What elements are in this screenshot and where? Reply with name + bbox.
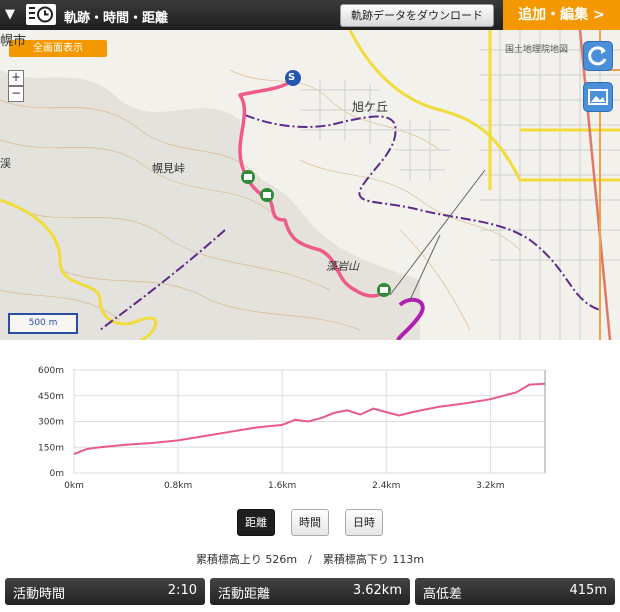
- stat-activity-time: 活動時間 2:10: [5, 578, 205, 605]
- stat-label: 活動時間: [13, 587, 66, 602]
- add-edit-button[interactable]: 追加・編集 >: [503, 0, 620, 30]
- label-moiwa: 藻岩山: [326, 260, 359, 273]
- refresh-icon[interactable]: [583, 41, 613, 71]
- tab-time[interactable]: 時間: [291, 509, 329, 536]
- stat-value: 3.62km: [352, 583, 402, 598]
- map-attribution: 国土地理院地図: [505, 45, 569, 55]
- label-asahigaoka: 旭ケ丘: [352, 100, 389, 114]
- header-bar: ▼ 軌跡・時間・距離 軌跡データをダウンロード 追加・編集 >: [0, 0, 620, 30]
- x-tick-label: 0.8km: [164, 481, 192, 491]
- label-city: 幌市: [0, 34, 27, 49]
- x-tick-label: 0km: [64, 481, 84, 491]
- map-view[interactable]: S 全画面表示 + − 500 m 国土地理院地図 旭ケ丘 幌見峠 藻岩山 幌市…: [0, 30, 620, 340]
- y-tick-label: 300m: [38, 418, 64, 428]
- map-canvas: [0, 30, 620, 340]
- zoom-in-button[interactable]: +: [8, 70, 24, 86]
- label-kei: 渓: [0, 157, 11, 170]
- stat-label: 高低差: [423, 587, 463, 602]
- x-tick-label: 3.2km: [476, 481, 504, 491]
- stat-label: 活動距離: [218, 587, 271, 602]
- start-marker-label: S: [288, 72, 296, 83]
- image-icon[interactable]: [583, 82, 613, 112]
- scale-bar: 500 m: [8, 313, 78, 334]
- x-tick-label: 1.6km: [268, 481, 296, 491]
- y-tick-label: 450m: [38, 392, 64, 402]
- page-title: 軌跡・時間・距離: [64, 11, 169, 26]
- stat-value: 2:10: [167, 583, 197, 598]
- y-tick-label: 600m: [38, 366, 64, 376]
- stat-elevation-diff: 高低差 415m: [415, 578, 615, 605]
- y-tick-label: 0m: [50, 469, 65, 479]
- elevation-chart: 0m 150m 300m 450m 600m 0km 0.8km 1.6km 2.4km 3.2k…: [0, 355, 620, 495]
- tab-distance[interactable]: 距離: [237, 509, 275, 536]
- collapse-triangle-icon[interactable]: ▼: [5, 7, 15, 22]
- zoom-out-button[interactable]: −: [8, 86, 24, 102]
- tab-datetime[interactable]: 日時: [345, 509, 383, 536]
- stat-value: 415m: [569, 583, 607, 598]
- x-tick-label: 2.4km: [372, 481, 400, 491]
- stat-activity-distance: 活動距離 3.62km: [210, 578, 410, 605]
- elevation-chart-svg: 0m 150m 300m 450m 600m 0km 0.8km 1.6km 2.4km 3.2k…: [38, 366, 546, 491]
- download-track-button[interactable]: 軌跡データをダウンロード: [340, 4, 494, 27]
- y-tick-label: 150m: [38, 443, 64, 453]
- clock-icon[interactable]: [26, 4, 56, 25]
- label-horomi-pass: 幌見峠: [152, 162, 185, 175]
- elevation-summary: 累積標高上り 526m / 累積標高下り 113m: [195, 553, 425, 566]
